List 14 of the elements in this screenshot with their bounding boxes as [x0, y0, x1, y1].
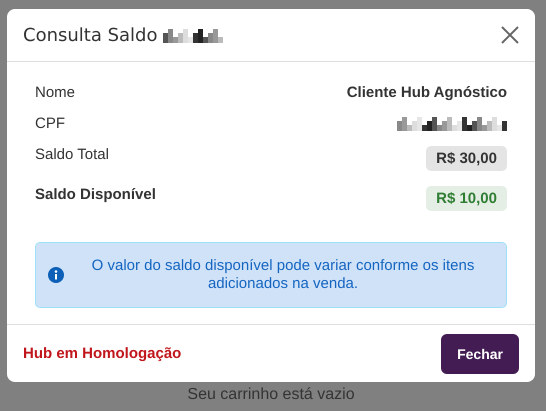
info-icon: [48, 267, 64, 283]
alert-text: O valor do saldo disponível pode variar conforme os itens adicionados na venda.: [90, 257, 476, 293]
dialog-title: Consulta Saldo: [23, 24, 158, 46]
field-value: Cliente Hub Agnóstico: [346, 84, 507, 101]
balance-badge: R$ 30,00: [426, 146, 507, 171]
close-button[interactable]: Fechar: [441, 334, 519, 374]
field-label: CPF: [35, 115, 65, 132]
field-label: Saldo Total: [35, 146, 109, 163]
balance-badge: R$ 10,00: [426, 186, 507, 211]
close-icon[interactable]: [501, 26, 519, 44]
field-label: Nome: [35, 84, 76, 101]
environment-label: Hub em Homologação: [23, 345, 182, 362]
empty-cart-message: Seu carrinho está vazio: [186, 386, 356, 404]
field-label: Saldo Disponível: [35, 186, 156, 203]
